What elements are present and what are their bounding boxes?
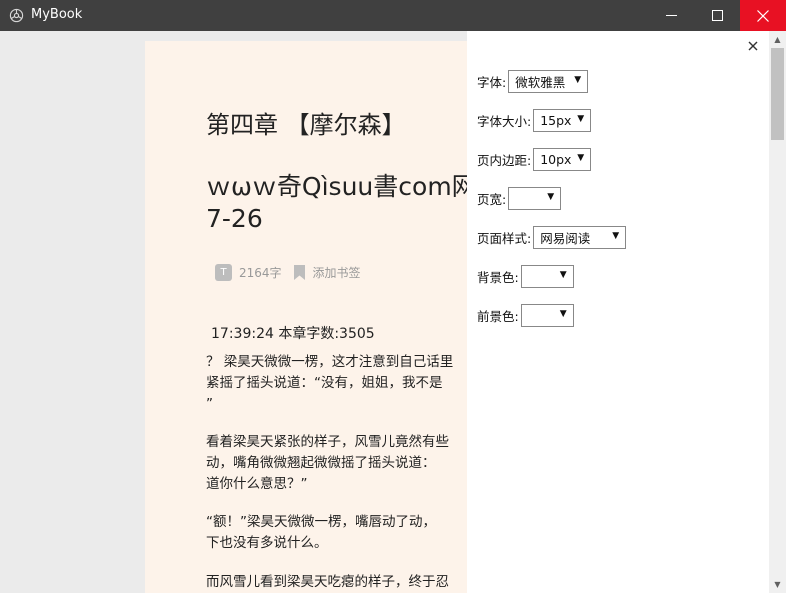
chevron-down-icon: ▼	[547, 192, 555, 202]
paragraph: “额！”梁昊天微微一楞，嘴唇动了动， 下也没有多说什么。	[206, 514, 436, 551]
chapter-meta: T 2164字 添加书签	[215, 264, 361, 281]
font-size-value: 15px	[540, 113, 572, 128]
vertical-scrollbar[interactable]: ▲ ▼	[769, 31, 786, 593]
word-count-icon: T	[215, 264, 232, 281]
close-icon	[757, 9, 769, 22]
bookmark-icon[interactable]	[293, 265, 305, 280]
chevron-down-icon: ▼	[577, 153, 585, 163]
paragraph: 看着梁昊天紧张的样子，风雪儿竟然有些 动，嘴角微微翘起微微摇了摇头说道： 道你什…	[206, 434, 449, 492]
title-bar: MyBook	[0, 0, 786, 31]
minimize-button[interactable]	[648, 0, 694, 31]
chevron-down-icon: ▼	[577, 114, 585, 124]
font-size-label: 字体大小:	[477, 114, 532, 129]
page-style-setting: 页面样式: 网易阅读 ▼	[477, 226, 627, 249]
settings-panel: 字体: 微软雅黑 ▼ 字体大小: 15px ▼ 页内边距: 10px ▼ 页宽:…	[467, 31, 769, 593]
maximize-button[interactable]	[694, 0, 740, 31]
book-page: 第四章 【摩尔森】 ｗωｗ奇Qìsuu書com网 7-26 T 2164字 添加…	[145, 41, 475, 593]
app-icon	[9, 8, 24, 23]
font-size-setting: 字体大小: 15px ▼	[477, 109, 592, 132]
window-title: MyBook	[31, 7, 83, 22]
foreground-color-label: 前景色:	[477, 309, 519, 324]
chevron-down-icon: ▼	[612, 231, 620, 241]
maximize-icon	[711, 10, 723, 21]
close-window-button[interactable]	[740, 0, 786, 31]
page-width-setting: 页宽: ▼	[477, 187, 562, 210]
scroll-down-icon[interactable]: ▼	[769, 576, 786, 593]
page-padding-value: 10px	[540, 152, 572, 167]
page-width-select[interactable]: ▼	[508, 187, 562, 210]
page-style-select[interactable]: 网易阅读 ▼	[533, 226, 627, 249]
close-panel-icon[interactable]	[746, 39, 760, 53]
page-style-label: 页面样式:	[477, 231, 532, 246]
font-select[interactable]: 微软雅黑 ▼	[508, 70, 589, 93]
word-count: 2164字	[239, 266, 282, 280]
font-label: 字体:	[477, 75, 507, 90]
foreground-color-select[interactable]: ▼	[520, 304, 574, 327]
chapter-timestamp: 17:39:24 本章字数:3505	[211, 326, 375, 342]
add-bookmark-link[interactable]: 添加书签	[313, 264, 361, 281]
paragraph: 而风雪儿看到梁昊天吃瘪的样子，终于忍	[206, 574, 449, 590]
scrollbar-thumb[interactable]	[771, 48, 784, 140]
scroll-up-icon[interactable]: ▲	[769, 31, 786, 48]
foreground-color-setting: 前景色: ▼	[477, 304, 574, 327]
paragraph: ？ 梁昊天微微一楞，这才注意到自己话里 紧摇了摇头说道：“没有，姐姐，我不是 ”	[206, 354, 454, 412]
font-setting: 字体: 微软雅黑 ▼	[477, 70, 589, 93]
background-color-select[interactable]: ▼	[520, 265, 574, 288]
background-color-setting: 背景色: ▼	[477, 265, 574, 288]
font-size-select[interactable]: 15px ▼	[533, 109, 592, 132]
page-padding-setting: 页内边距: 10px ▼	[477, 148, 592, 171]
page-style-value: 网易阅读	[540, 231, 591, 246]
chapter-subtitle: ｗωｗ奇Qìsuu書com网 7-26	[206, 172, 475, 233]
minimize-icon	[665, 15, 677, 16]
chapter-title: 第四章 【摩尔森】	[206, 111, 406, 139]
font-value: 微软雅黑	[515, 75, 566, 90]
page-width-label: 页宽:	[477, 192, 507, 207]
chevron-down-icon: ▼	[574, 75, 582, 85]
page-padding-label: 页内边距:	[477, 153, 532, 168]
chevron-down-icon: ▼	[559, 270, 567, 280]
page-padding-select[interactable]: 10px ▼	[533, 148, 592, 171]
chevron-down-icon: ▼	[559, 309, 567, 319]
background-color-label: 背景色:	[477, 270, 519, 285]
